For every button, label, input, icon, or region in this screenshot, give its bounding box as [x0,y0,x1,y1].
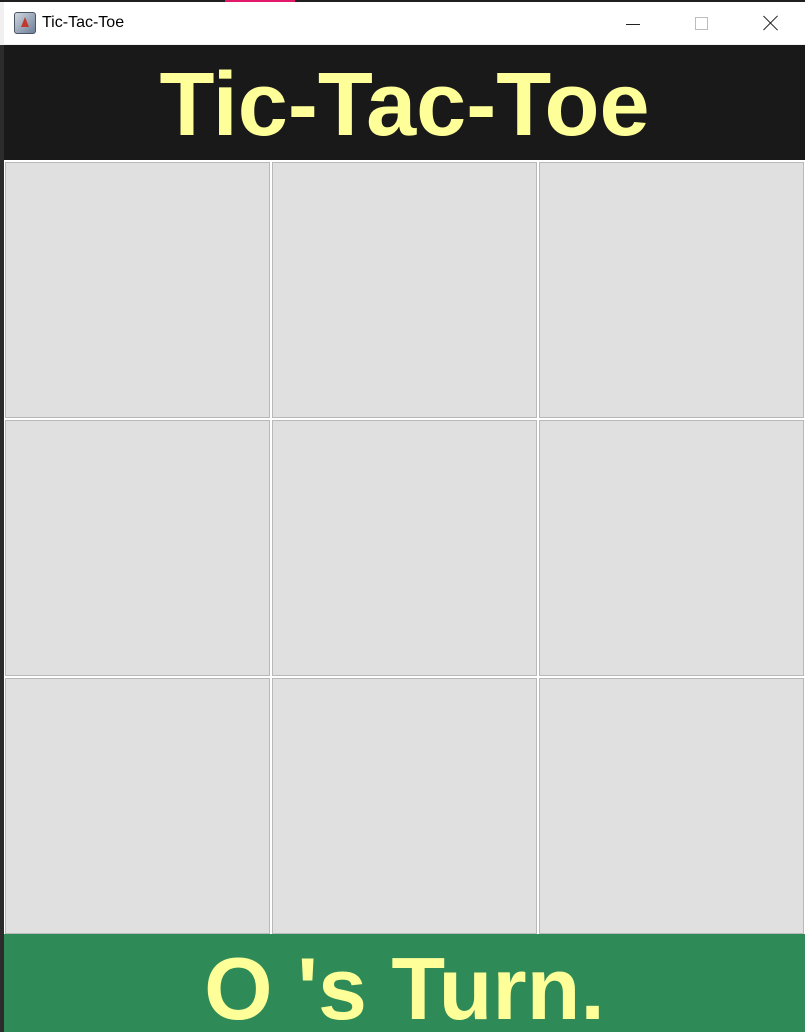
minimize-button[interactable] [598,2,667,44]
window-title: Tic-Tac-Toe [42,14,125,31]
minimize-icon [625,23,640,25]
maximize-icon [695,16,708,30]
board-cell-8[interactable] [272,678,537,934]
board-cell-3[interactable] [539,162,804,418]
app-window: Tic-Tac-Toe Tic-Tac-Toe O 's Turn. [0,0,805,1032]
header-panel: Tic-Tac-Toe [4,45,805,160]
board-cell-4[interactable] [5,420,270,676]
window-controls [598,2,805,44]
board-cell-5[interactable] [272,420,537,676]
status-panel: O 's Turn. [4,934,805,1032]
board-cell-6[interactable] [539,420,804,676]
maximize-button[interactable] [667,2,736,44]
close-icon [763,15,779,31]
board-cell-1[interactable] [5,162,270,418]
board-cell-9[interactable] [539,678,804,934]
board-cell-7[interactable] [5,678,270,934]
java-app-icon [14,12,36,34]
game-title: Tic-Tac-Toe [159,54,650,155]
board-cell-2[interactable] [272,162,537,418]
game-board [4,160,805,934]
turn-status: O 's Turn. [204,939,605,1032]
title-bar[interactable]: Tic-Tac-Toe [4,2,805,44]
close-button[interactable] [736,2,805,44]
